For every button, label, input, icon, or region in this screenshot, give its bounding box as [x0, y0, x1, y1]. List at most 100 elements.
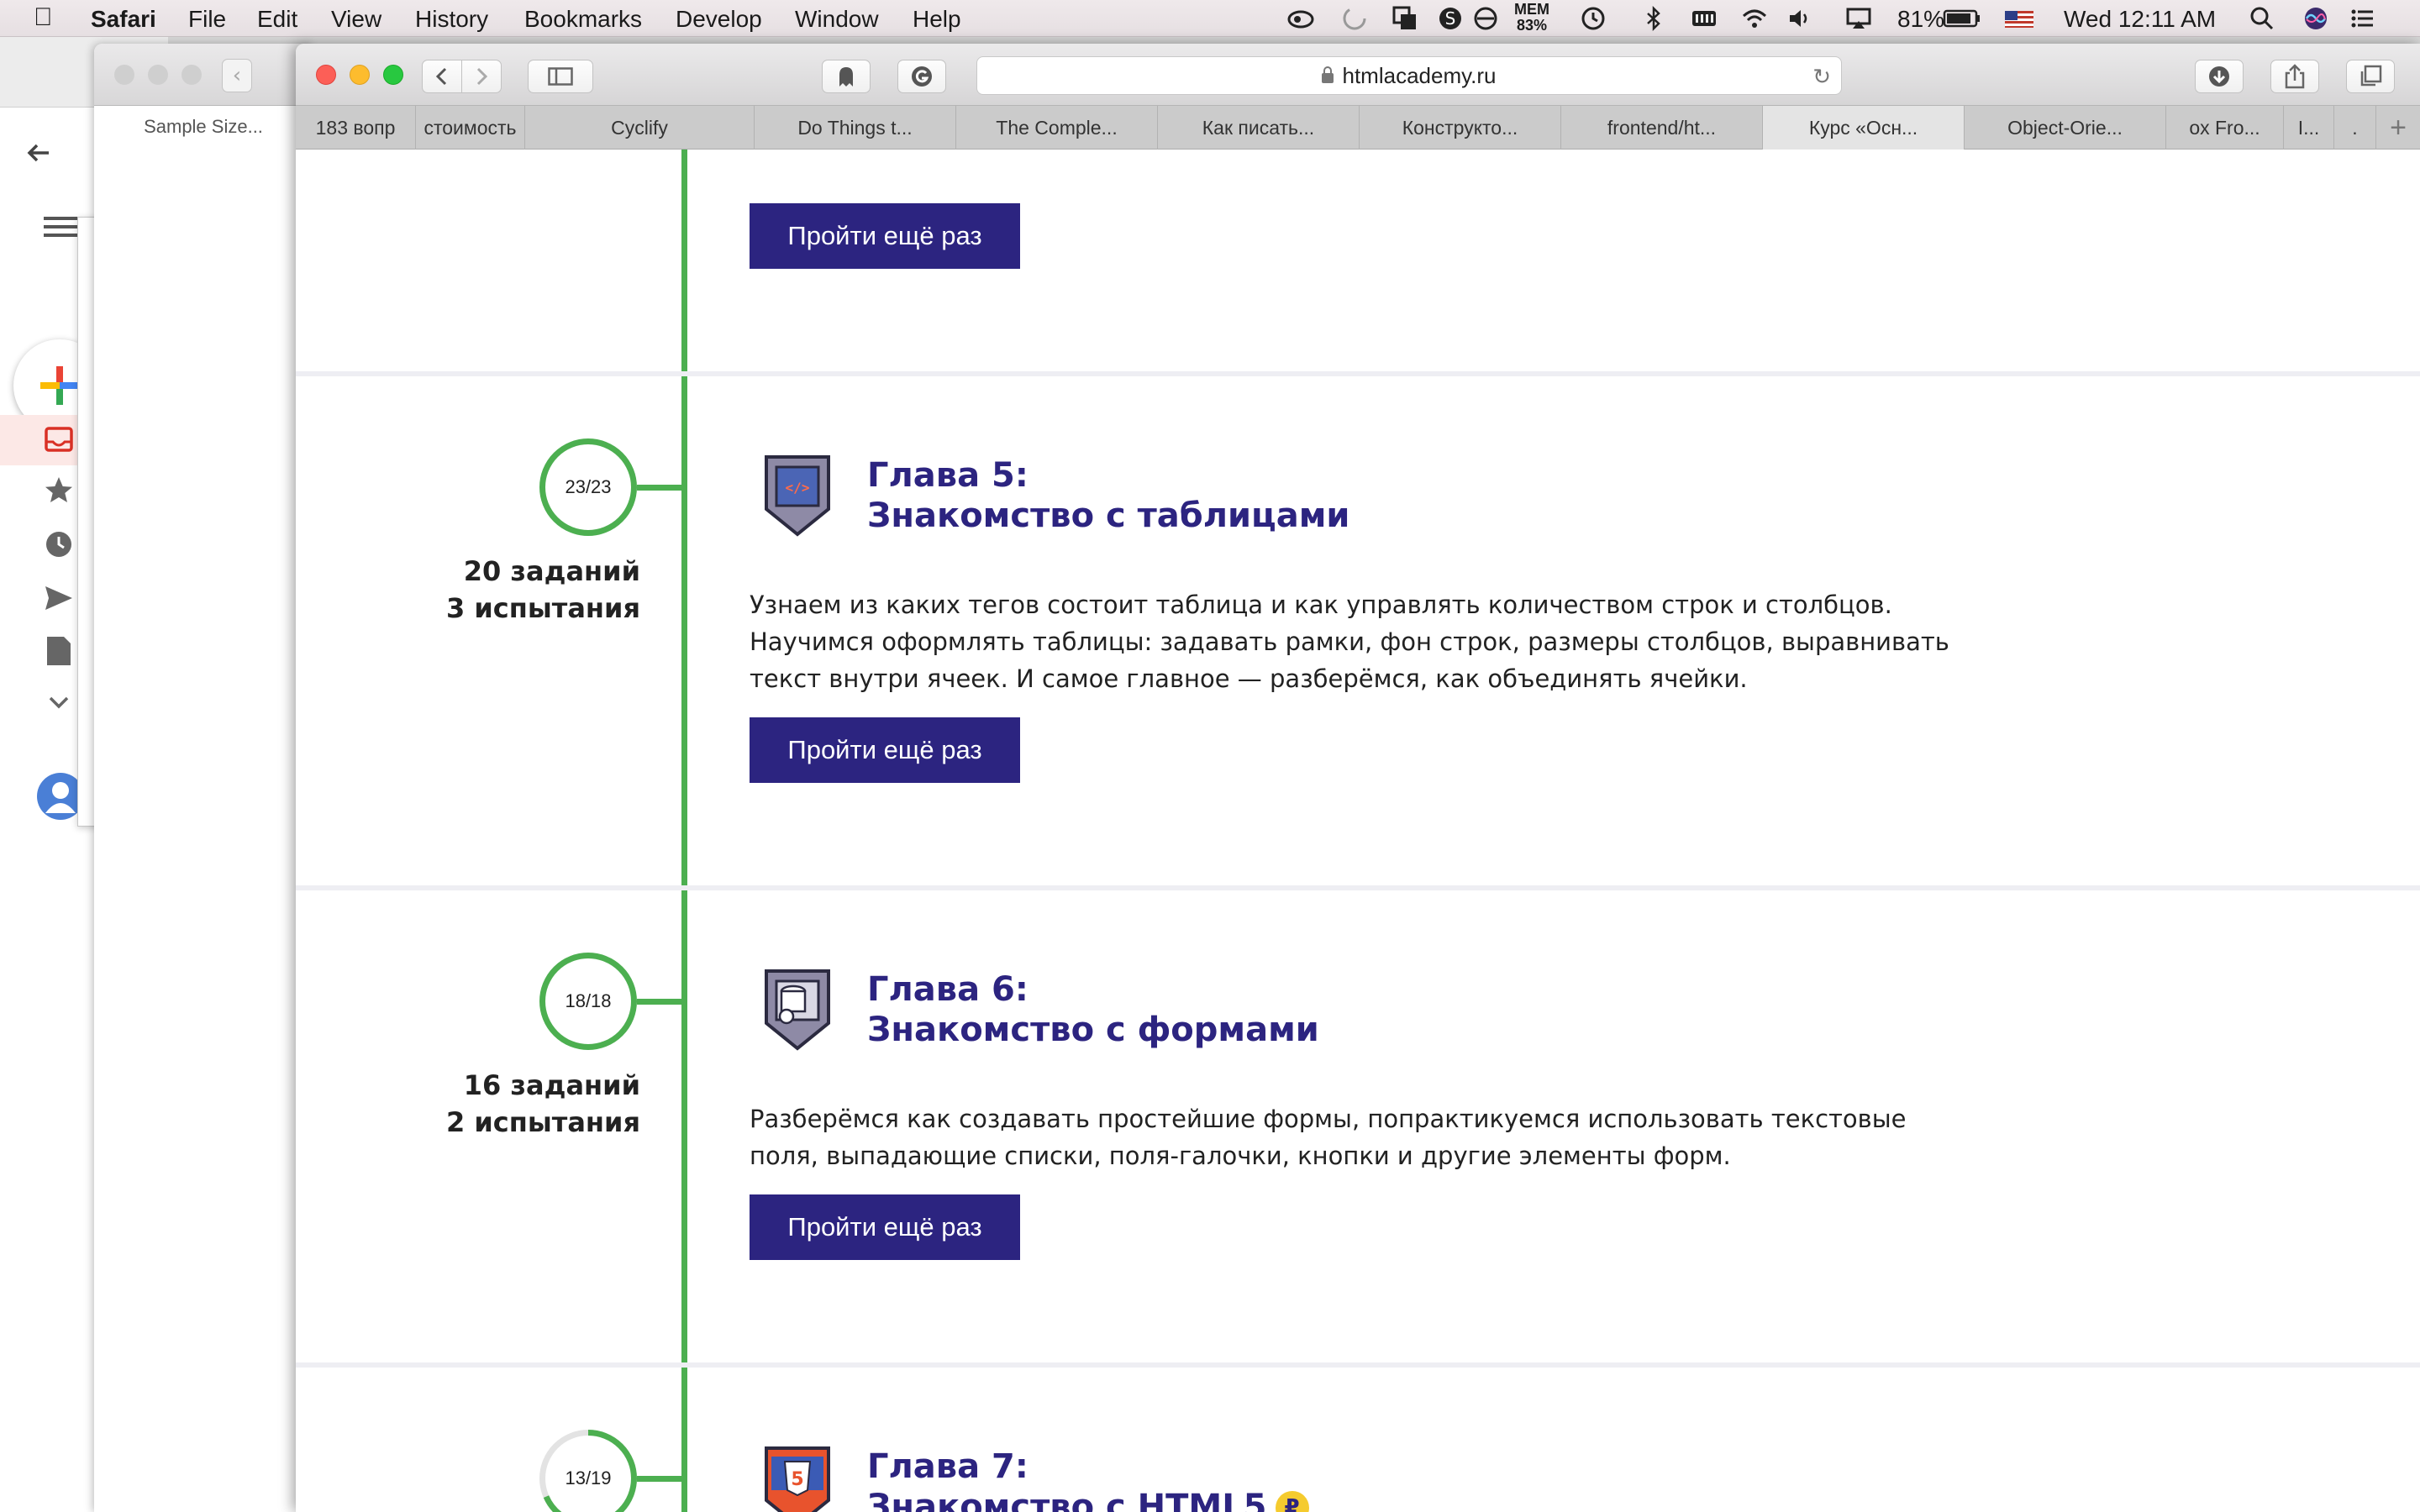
menu-window[interactable]: Window: [795, 6, 879, 33]
hamburger-menu-icon[interactable]: [44, 212, 77, 242]
inactive-zoom-light[interactable]: [182, 65, 202, 85]
svg-text:5: 5: [791, 1469, 803, 1490]
menu-history[interactable]: History: [415, 6, 488, 33]
volume-icon[interactable]: [1786, 5, 1813, 32]
creative-cloud-icon[interactable]: [1287, 5, 1314, 32]
background-tab-sample-size[interactable]: Sample Size...: [94, 106, 313, 148]
tab-frontend[interactable]: frontend/ht...: [1561, 106, 1763, 150]
chapter-6-name: Знакомство с формами: [867, 1011, 1319, 1049]
description-line: Узнаем из каких тегов состоит таблица и …: [750, 591, 1892, 619]
battery-icon[interactable]: [1943, 5, 1981, 32]
menu-app-safari[interactable]: Safari: [91, 6, 156, 33]
background-back-button[interactable]: ‹: [222, 59, 252, 92]
back-arrow-icon[interactable]: [24, 138, 54, 168]
chapter-5-description: Узнаем из каких тегов состоит таблица и …: [750, 586, 1968, 697]
expand-more-icon[interactable]: [47, 690, 71, 714]
tab-183-questions[interactable]: 183 вопр: [296, 106, 416, 150]
downloads-button[interactable]: [2195, 60, 2244, 93]
tab-object-oriented[interactable]: Object-Orie...: [1965, 106, 2166, 150]
html5-chapter-icon: 5: [765, 1446, 830, 1512]
background-safari-toolbar: ‹: [94, 44, 313, 106]
chapter-5-title[interactable]: Глава 5: Знакомство с таблицами: [867, 455, 1349, 536]
airplay-icon[interactable]: [1845, 5, 1872, 32]
progress-timeline: [681, 150, 687, 1512]
skype-icon[interactable]: S: [1437, 5, 1464, 32]
chapter-6-stats: 16 заданий 2 испытания: [422, 1067, 640, 1141]
bluetooth-icon[interactable]: [1640, 5, 1667, 32]
address-bar-url: htmlacademy.ru: [1342, 62, 1497, 88]
zoom-window-light[interactable]: [383, 65, 403, 85]
tab-do-things[interactable]: Do Things t...: [755, 106, 956, 150]
memory-value: 83%: [1516, 17, 1548, 34]
menu-develop[interactable]: Develop: [676, 6, 762, 33]
circle-status-icon[interactable]: [1472, 5, 1499, 32]
chapter-6-title[interactable]: Глава 6: Знакомство с формами: [867, 969, 1319, 1050]
grammarly-extension-button[interactable]: [897, 60, 946, 93]
address-bar[interactable]: htmlacademy.ru ↻: [976, 56, 1842, 95]
chapter-6-description: Разберёмся как создавать простейшие форм…: [750, 1100, 1968, 1174]
notification-center-icon[interactable]: [2349, 5, 2376, 32]
drafts-icon[interactable]: [45, 635, 72, 667]
spotlight-search-icon[interactable]: [2249, 5, 2275, 32]
menu-bookmarks[interactable]: Bookmarks: [524, 6, 642, 33]
chapter-5-number: Глава 5:: [867, 456, 1028, 495]
retry-button-chapter-4[interactable]: Пройти ещё раз: [750, 203, 1020, 269]
retry-button-chapter-6[interactable]: Пройти ещё раз: [750, 1194, 1020, 1260]
menubar-clock[interactable]: Wed 12:11 AM: [2064, 6, 2216, 33]
chapter-7-number: Глава 7:: [867, 1447, 1028, 1486]
inbox-icon: [45, 427, 73, 452]
apple-icon[interactable]: : [34, 3, 53, 32]
description-line: поля, выпадающие списки, поля-галочки, к…: [750, 1142, 1731, 1170]
share-button[interactable]: [2270, 60, 2319, 93]
tab-cost[interactable]: стоимость: [416, 106, 525, 150]
progress-ring-chapter-5: 23/23: [539, 438, 637, 536]
memory-label: MEM: [1514, 1, 1549, 18]
new-tab-button[interactable]: +: [2376, 106, 2420, 150]
chevron-left-icon: [435, 67, 447, 86]
forward-button[interactable]: [461, 60, 502, 93]
show-all-tabs-button[interactable]: [2346, 60, 2395, 93]
tasks-count: 16 заданий: [463, 1069, 640, 1101]
battery-percent[interactable]: 81%: [1897, 6, 1944, 33]
sidebar-toggle-button[interactable]: [528, 60, 593, 93]
siri-icon[interactable]: [2302, 5, 2329, 32]
ghost-hand-icon: [839, 67, 853, 87]
tab-the-complete[interactable]: The Comple...: [956, 106, 1158, 150]
tab-collapsed-2[interactable]: .: [2334, 106, 2376, 150]
loading-spinner-icon[interactable]: [1341, 5, 1368, 32]
back-button[interactable]: [422, 60, 462, 93]
time-machine-icon[interactable]: [1580, 5, 1607, 32]
tab-cyclify[interactable]: Cyclify: [525, 106, 755, 150]
trials-count: 2 испытания: [445, 1106, 640, 1138]
screens-icon[interactable]: [1392, 5, 1418, 32]
reload-icon[interactable]: ↻: [1812, 64, 1831, 90]
share-icon: [2285, 64, 2305, 89]
inactive-minimize-light[interactable]: [148, 65, 168, 85]
tab-collapsed-1[interactable]: I...: [2284, 106, 2334, 150]
us-flag-icon[interactable]: [2005, 5, 2033, 32]
menu-help[interactable]: Help: [913, 6, 961, 33]
tab-box-fro[interactable]: ox Fro...: [2166, 106, 2284, 150]
progress-ring-label: 23/23: [565, 476, 612, 497]
tab-how-to-write[interactable]: Как писать...: [1158, 106, 1360, 150]
menu-edit[interactable]: Edit: [257, 6, 297, 33]
sent-icon[interactable]: [44, 583, 74, 613]
starred-icon[interactable]: [44, 475, 74, 506]
snoozed-icon[interactable]: [44, 529, 74, 559]
retry-button-chapter-5[interactable]: Пройти ещё раз: [750, 717, 1020, 783]
menu-file[interactable]: File: [188, 6, 226, 33]
keyboard-meter-icon[interactable]: [1691, 5, 1718, 32]
ghostery-extension-button[interactable]: [822, 60, 871, 93]
tab-constructor[interactable]: Конструкто...: [1360, 106, 1561, 150]
lock-icon: [1322, 66, 1334, 83]
close-window-light[interactable]: [316, 65, 336, 85]
section-divider: [296, 885, 2420, 890]
menu-view[interactable]: View: [331, 6, 381, 33]
chapter-7-title[interactable]: Глава 7: Знакомство с HTML5 ₽: [867, 1446, 1309, 1512]
wifi-icon[interactable]: [1741, 5, 1768, 32]
memory-meter[interactable]: MEM 83%: [1511, 2, 1553, 34]
tab-htmlacademy-course[interactable]: Курс «Осн...: [1763, 106, 1965, 150]
inactive-close-light[interactable]: [114, 65, 134, 85]
minimize-window-light[interactable]: [350, 65, 370, 85]
description-line: Разберёмся как создавать простейшие форм…: [750, 1105, 1907, 1133]
